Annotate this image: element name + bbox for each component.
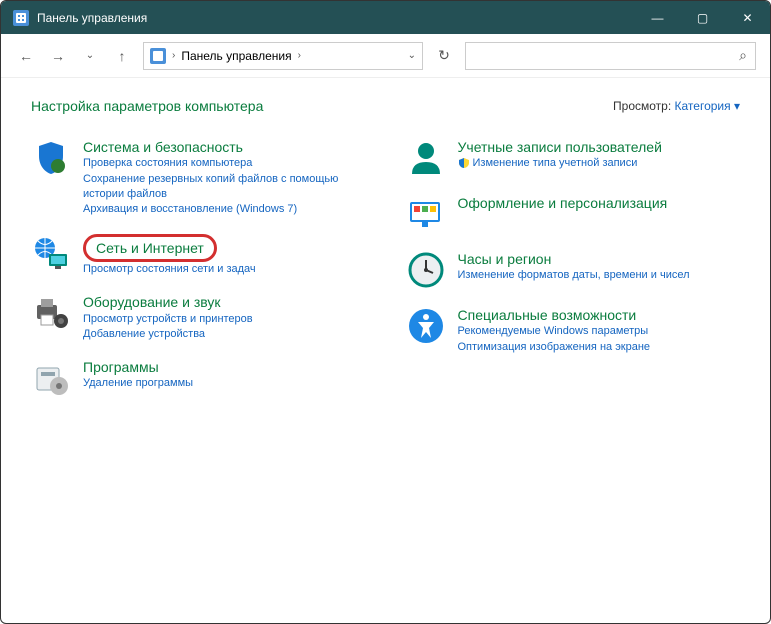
category-programs: Программы Удаление программы	[31, 358, 366, 398]
category-clock: Часы и регион Изменение форматов даты, в…	[406, 250, 741, 290]
search-input[interactable]	[474, 49, 739, 63]
breadcrumb-root[interactable]: Панель управления	[181, 49, 291, 63]
category-body: Оборудование и звук Просмотр устройств и…	[83, 293, 366, 342]
accessibility-icon	[406, 306, 446, 346]
column-left: Система и безопасность Проверка состояни…	[31, 138, 366, 398]
window: Панель управления — ▢ ✕ ← → ⌄ ↑ › Панель…	[0, 0, 771, 624]
refresh-button[interactable]: ↻	[433, 45, 455, 67]
globe-monitor-icon	[31, 234, 71, 274]
category-body: Часы и регион Изменение форматов даты, в…	[458, 250, 741, 290]
category-users: Учетные записи пользователей Изменение т…	[406, 138, 741, 178]
view-label: Просмотр:	[613, 99, 671, 113]
category-system: Система и безопасность Проверка состояни…	[31, 138, 366, 218]
category-body: Специальные возможности Рекомендуемые Wi…	[458, 306, 741, 355]
window-buttons: — ▢ ✕	[635, 1, 770, 34]
printer-icon	[31, 293, 71, 333]
category-body: Сеть и Интернет Просмотр состояния сети …	[83, 234, 366, 278]
address-icon	[150, 48, 166, 64]
minimize-button[interactable]: —	[635, 1, 680, 34]
category-link[interactable]: Сохранение резервных копий файлов с помо…	[83, 172, 366, 203]
category-title[interactable]: Учетные записи пользователей	[458, 139, 662, 155]
clock-icon	[406, 250, 446, 290]
category-link[interactable]: Изменение форматов даты, времени и чисел	[458, 268, 741, 283]
up-button[interactable]: ↑	[111, 45, 133, 67]
category-title[interactable]: Система и безопасность	[83, 139, 243, 155]
category-link[interactable]: Просмотр состояния сети и задач	[83, 262, 366, 277]
close-button[interactable]: ✕	[725, 1, 770, 34]
view-dropdown[interactable]: Категория ▾	[675, 99, 740, 113]
category-title[interactable]: Сеть и Интернет	[96, 240, 204, 256]
window-title: Панель управления	[37, 11, 635, 25]
maximize-button[interactable]: ▢	[680, 1, 725, 34]
category-title[interactable]: Часы и регион	[458, 251, 552, 267]
category-hardware: Оборудование и звук Просмотр устройств и…	[31, 293, 366, 342]
search-icon[interactable]: ⌕	[739, 47, 747, 64]
monitor-tiles-icon	[406, 194, 446, 234]
forward-button[interactable]: →	[47, 45, 69, 67]
view-selector: Просмотр: Категория ▾	[613, 99, 740, 113]
search-box[interactable]: ⌕	[465, 42, 756, 70]
category-title[interactable]: Оборудование и звук	[83, 294, 221, 310]
category-title[interactable]: Оформление и персонализация	[458, 195, 668, 211]
highlight-callout: Сеть и Интернет	[83, 234, 217, 262]
category-link[interactable]: Добавление устройства	[83, 327, 366, 342]
shield-badge-icon	[458, 157, 470, 169]
category-link[interactable]: Проверка состояния компьютера	[83, 156, 366, 171]
chevron-right-icon: ›	[298, 50, 301, 61]
box-icon	[31, 358, 71, 398]
category-title[interactable]: Программы	[83, 359, 159, 375]
category-body: Учетные записи пользователей Изменение т…	[458, 138, 741, 178]
category-body: Программы Удаление программы	[83, 358, 366, 398]
titlebar: Панель управления — ▢ ✕	[1, 1, 770, 34]
category-link[interactable]: Изменение типа учетной записи	[458, 156, 741, 171]
address-bar[interactable]: › Панель управления › ⌄	[143, 42, 423, 70]
column-right: Учетные записи пользователей Изменение т…	[406, 138, 741, 398]
category-link[interactable]: Архивация и восстановление (Windows 7)	[83, 202, 366, 217]
category-link[interactable]: Рекомендуемые Windows параметры	[458, 324, 741, 339]
content: Настройка параметров компьютера Просмотр…	[1, 78, 770, 623]
page-title: Настройка параметров компьютера	[31, 98, 263, 114]
category-link[interactable]: Просмотр устройств и принтеров	[83, 312, 366, 327]
category-body: Система и безопасность Проверка состояни…	[83, 138, 366, 218]
category-grid: Система и безопасность Проверка состояни…	[31, 138, 740, 398]
category-body: Оформление и персонализация	[458, 194, 741, 234]
shield-icon	[31, 138, 71, 178]
category-network: Сеть и Интернет Просмотр состояния сети …	[31, 234, 366, 278]
address-dropdown[interactable]: ⌄	[408, 50, 416, 61]
category-link[interactable]: Удаление программы	[83, 376, 366, 391]
category-link[interactable]: Оптимизация изображения на экране	[458, 340, 741, 355]
content-header: Настройка параметров компьютера Просмотр…	[31, 98, 740, 114]
back-button[interactable]: ←	[15, 45, 37, 67]
category-title[interactable]: Специальные возможности	[458, 307, 637, 323]
user-icon	[406, 138, 446, 178]
category-accessibility: Специальные возможности Рекомендуемые Wi…	[406, 306, 741, 355]
category-appearance: Оформление и персонализация	[406, 194, 741, 234]
recent-dropdown[interactable]: ⌄	[79, 45, 101, 67]
toolbar: ← → ⌄ ↑ › Панель управления › ⌄ ↻ ⌕	[1, 34, 770, 78]
app-icon	[13, 10, 29, 26]
chevron-right-icon: ›	[172, 50, 175, 61]
